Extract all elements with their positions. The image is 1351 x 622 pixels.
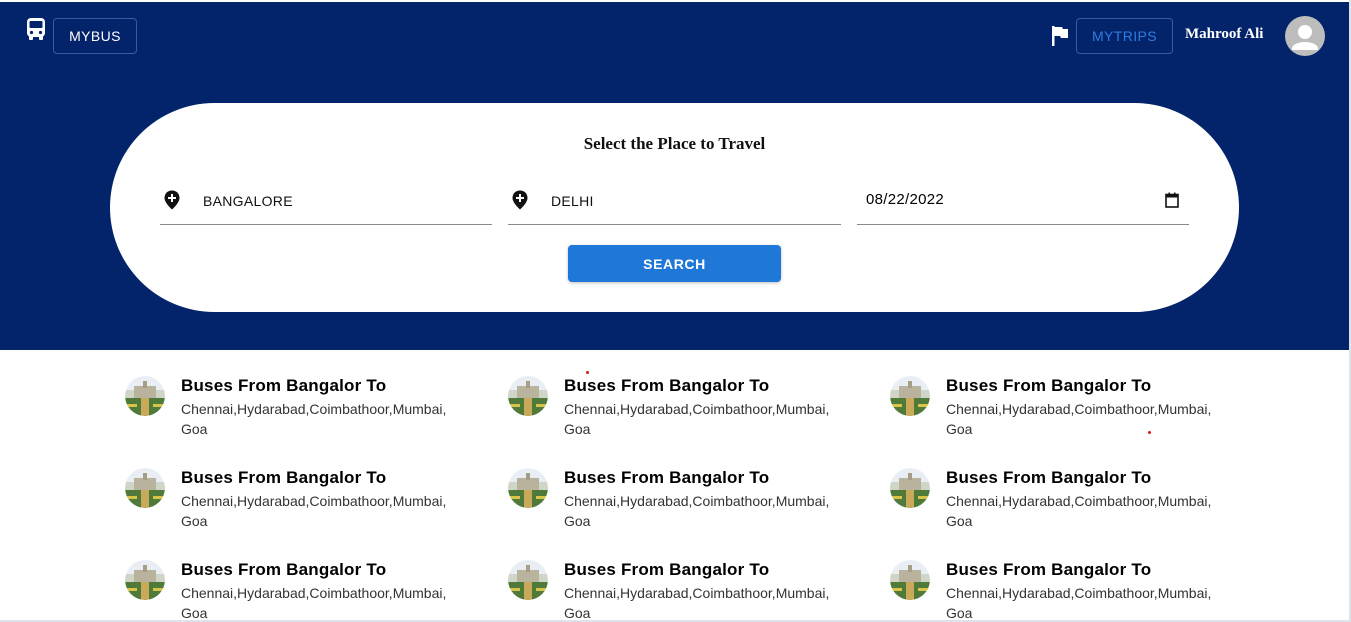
city-thumbnail	[508, 560, 548, 600]
from-field[interactable]: BANGALORE	[160, 181, 492, 225]
search-card: Select the Place to Travel BANGALORE DEL…	[110, 103, 1239, 312]
route-title: Buses From Bangalor To	[181, 560, 387, 579]
city-thumbnail	[890, 560, 930, 600]
route-title: Buses From Bangalor To	[564, 468, 770, 487]
date-value: 08/22/2022	[866, 191, 945, 208]
to-value: DELHI	[551, 193, 594, 209]
city-thumbnail	[508, 376, 548, 416]
date-field[interactable]: 08/22/2022	[857, 181, 1189, 225]
route-card[interactable]: Buses From Bangalor To Chennai,Hydarabad…	[125, 350, 475, 437]
user-name: Mahroof Ali	[1185, 26, 1264, 42]
route-card[interactable]: Buses From Bangalor To Chennai,Hydarabad…	[890, 534, 1240, 620]
route-card[interactable]: Buses From Bangalor To Chennai,Hydarabad…	[125, 534, 475, 620]
calendar-icon[interactable]	[1165, 192, 1179, 208]
route-card[interactable]: Buses From Bangalor To Chennai,Hydarabad…	[125, 442, 475, 529]
city-thumbnail	[890, 468, 930, 508]
add-location-icon	[164, 190, 180, 210]
route-card[interactable]: Buses From Bangalor To Chennai,Hydarabad…	[508, 534, 858, 620]
city-thumbnail	[890, 376, 930, 416]
route-title: Buses From Bangalor To	[946, 376, 1152, 395]
from-value: BANGALORE	[203, 193, 293, 209]
page: MYBUS MYTRIPS Mahroof Ali Select the Pla…	[0, 0, 1351, 622]
route-card[interactable]: Buses From Bangalor To Chennai,Hydarabad…	[508, 350, 858, 437]
route-destinations: Chennai,Hydarabad,Coimbathoor,Mumbai, Go…	[946, 585, 1212, 621]
city-thumbnail	[125, 376, 165, 416]
route-destinations: Chennai,Hydarabad,Coimbathoor,Mumbai, Go…	[181, 401, 447, 437]
search-title: Select the Place to Travel	[583, 134, 766, 153]
route-title: Buses From Bangalor To	[181, 468, 387, 487]
route-card[interactable]: Buses From Bangalor To Chennai,Hydarabad…	[508, 442, 858, 529]
city-thumbnail	[125, 468, 165, 508]
flag-icon[interactable]	[1050, 25, 1070, 47]
routes-grid: Buses From Bangalor To Chennai,Hydarabad…	[0, 350, 1349, 620]
route-title: Buses From Bangalor To	[946, 560, 1152, 579]
header: MYBUS MYTRIPS Mahroof Ali Select the Pla…	[0, 2, 1349, 350]
city-thumbnail	[125, 560, 165, 600]
mybus-button[interactable]: MYBUS	[53, 18, 137, 54]
to-field[interactable]: DELHI	[508, 181, 841, 225]
avatar-icon[interactable]	[1285, 16, 1325, 56]
route-title: Buses From Bangalor To	[946, 468, 1152, 487]
route-title: Buses From Bangalor To	[181, 376, 387, 395]
mytrips-button[interactable]: MYTRIPS	[1076, 18, 1173, 54]
route-destinations: Chennai,Hydarabad,Coimbathoor,Mumbai, Go…	[946, 401, 1212, 437]
search-button[interactable]: SEARCH	[568, 245, 781, 282]
route-destinations: Chennai,Hydarabad,Coimbathoor,Mumbai, Go…	[181, 585, 447, 621]
route-destinations: Chennai,Hydarabad,Coimbathoor,Mumbai, Go…	[564, 493, 830, 529]
city-thumbnail	[508, 468, 548, 508]
route-card[interactable]: Buses From Bangalor To Chennai,Hydarabad…	[890, 442, 1240, 529]
route-destinations: Chennai,Hydarabad,Coimbathoor,Mumbai, Go…	[564, 401, 830, 437]
route-card[interactable]: Buses From Bangalor To Chennai,Hydarabad…	[890, 350, 1240, 437]
route-destinations: Chennai,Hydarabad,Coimbathoor,Mumbai, Go…	[564, 585, 830, 621]
add-location-icon	[512, 190, 528, 210]
route-destinations: Chennai,Hydarabad,Coimbathoor,Mumbai, Go…	[181, 493, 447, 529]
route-title: Buses From Bangalor To	[564, 376, 770, 395]
route-destinations: Chennai,Hydarabad,Coimbathoor,Mumbai, Go…	[946, 493, 1212, 529]
route-title: Buses From Bangalor To	[564, 560, 770, 579]
bus-icon[interactable]	[25, 17, 47, 41]
